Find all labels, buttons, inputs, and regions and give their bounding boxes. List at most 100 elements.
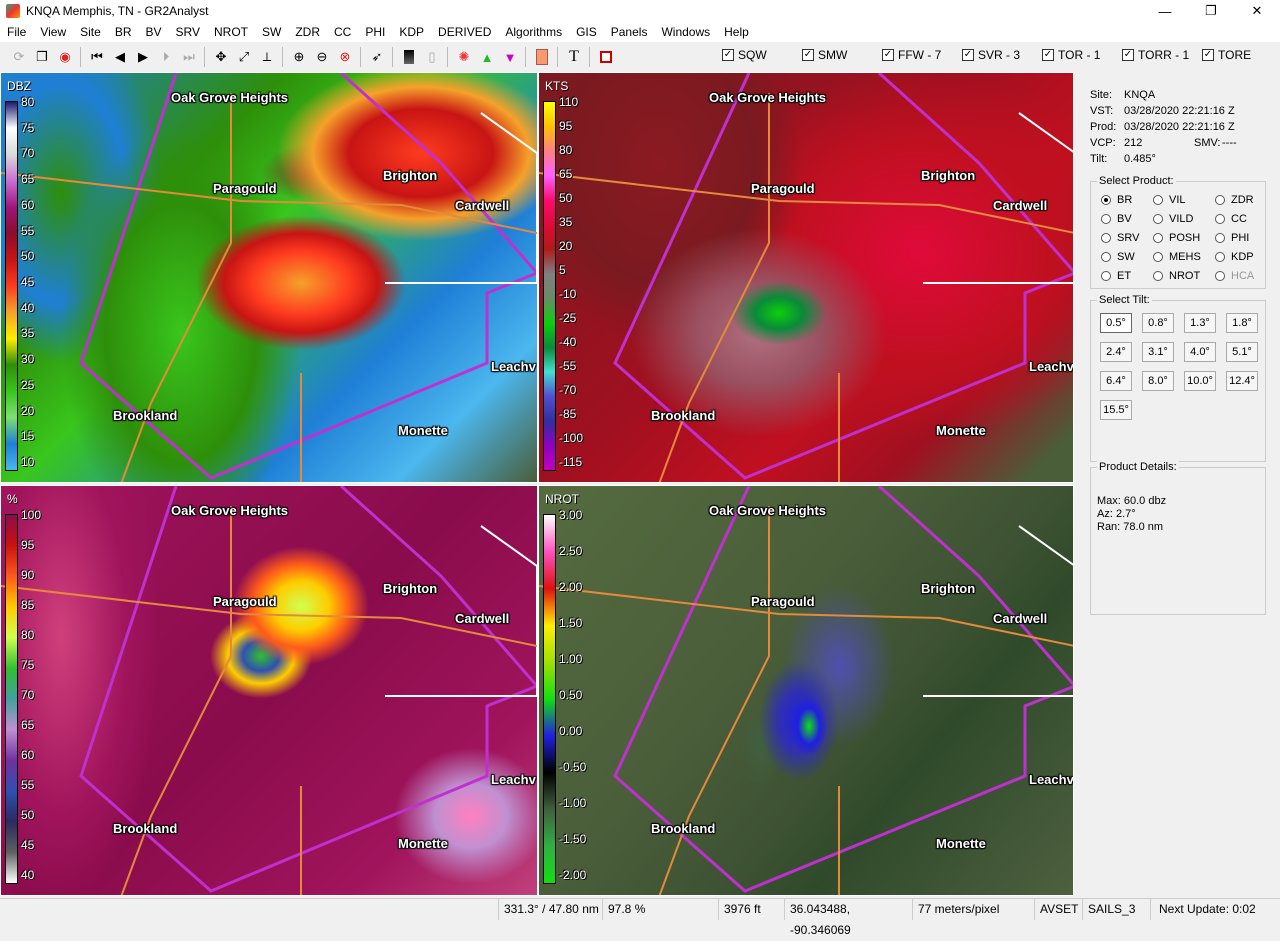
checkbox-icon[interactable]: ✓ <box>722 49 734 61</box>
close-button[interactable]: ✕ <box>1234 0 1280 22</box>
menu-phi[interactable]: PHI <box>358 22 392 42</box>
legend-tick-label: 35 <box>559 215 573 229</box>
last-frame-icon[interactable]: ⏭ <box>178 46 200 68</box>
product-cc[interactable]: CC <box>1215 213 1247 225</box>
checkbox-icon[interactable]: ✓ <box>1122 49 1134 61</box>
zoom-in-icon[interactable]: ⊕ <box>288 46 310 68</box>
menu-kdp[interactable]: KDP <box>392 22 431 42</box>
minimize-button[interactable]: — <box>1142 0 1188 22</box>
down-triangle-icon[interactable]: ▼ <box>499 46 521 68</box>
menu-sw[interactable]: SW <box>255 22 288 42</box>
first-frame-icon[interactable]: ⏮ <box>86 46 108 68</box>
menu-bv[interactable]: BV <box>139 22 169 42</box>
menu-help[interactable]: Help <box>717 22 756 42</box>
checkbox-icon[interactable]: ✓ <box>1042 49 1054 61</box>
menu-windows[interactable]: Windows <box>654 22 717 42</box>
copy-icon[interactable]: ❐ <box>31 46 53 68</box>
legend-tick-label: 50 <box>21 249 35 264</box>
warning-torr[interactable]: ✓ TORR - 1 <box>1122 48 1189 62</box>
product-hca[interactable]: HCA <box>1215 270 1254 282</box>
menu-gis[interactable]: GIS <box>569 22 604 42</box>
up-triangle-icon[interactable]: ▲ <box>476 46 498 68</box>
tilt-15-5[interactable]: 15.5° <box>1100 400 1132 420</box>
tilt-12-4[interactable]: 12.4° <box>1226 371 1258 391</box>
black-icon[interactable] <box>398 46 420 68</box>
tilt-1-8[interactable]: 1.8° <box>1226 313 1258 333</box>
checkbox-icon[interactable]: ✓ <box>802 49 814 61</box>
checkbox-icon[interactable]: ✓ <box>962 49 974 61</box>
play-icon[interactable]: ▶ <box>132 46 154 68</box>
product-kdp[interactable]: KDP <box>1215 251 1254 263</box>
tilt-5-1[interactable]: 5.1° <box>1226 342 1258 362</box>
product-et[interactable]: ET <box>1101 270 1131 282</box>
menu-site[interactable]: Site <box>73 22 108 42</box>
tilt-3-1[interactable]: 3.1° <box>1142 342 1174 362</box>
tilt-8-0[interactable]: 8.0° <box>1142 371 1174 391</box>
warning-smw[interactable]: ✓ SMW <box>802 48 847 62</box>
legend-tick-label: -1.00 <box>559 796 587 810</box>
product-sw[interactable]: SW <box>1101 251 1135 263</box>
white-icon[interactable]: ▯ <box>421 46 443 68</box>
measure-icon[interactable]: ⤢ <box>233 46 255 68</box>
prev-frame-icon[interactable]: ◀ <box>109 46 131 68</box>
menu-file[interactable]: File <box>0 22 33 42</box>
text-icon[interactable]: T <box>563 46 585 68</box>
warning-tor[interactable]: ✓ TOR - 1 <box>1042 48 1100 62</box>
product-bv[interactable]: BV <box>1101 213 1132 225</box>
zoom-out-icon[interactable]: ⊖ <box>311 46 333 68</box>
refresh-icon[interactable]: ⟳ <box>8 46 30 68</box>
product-br[interactable]: BR <box>1101 194 1132 206</box>
product-phi[interactable]: PHI <box>1215 232 1249 244</box>
tilt-2-4[interactable]: 2.4° <box>1100 342 1132 362</box>
tilt-10-0[interactable]: 10.0° <box>1184 371 1216 391</box>
product-mehs[interactable]: MEHS <box>1153 251 1201 263</box>
product-srv[interactable]: SRV <box>1101 232 1139 244</box>
tilt-4-0[interactable]: 4.0° <box>1184 342 1216 362</box>
cc-panel[interactable]: Oak Grove Heights Paragould Brighton Car… <box>0 485 538 896</box>
storm-icon[interactable]: ✺ <box>453 46 475 68</box>
menu-derived[interactable]: DERIVED <box>431 22 498 42</box>
checkbox-icon[interactable]: ✓ <box>1202 49 1214 61</box>
stop-icon[interactable] <box>595 46 617 68</box>
checkbox-icon[interactable]: ✓ <box>882 49 894 61</box>
menu-zdr[interactable]: ZDR <box>288 22 327 42</box>
legend-tick-label: -55 <box>559 359 577 373</box>
status-height: 3976 ft <box>718 899 784 920</box>
pan-icon[interactable]: ✥ <box>210 46 232 68</box>
cross-section-icon[interactable]: ⟂ <box>256 46 278 68</box>
menu-nrot[interactable]: NROT <box>207 22 255 42</box>
warning-tore[interactable]: ✓ TORE <box>1202 48 1251 62</box>
legend-tick-label: 80 <box>21 628 35 642</box>
nrot-panel[interactable]: Oak Grove Heights Paragould Brighton Car… <box>538 485 1074 896</box>
tilt-6-4[interactable]: 6.4° <box>1100 371 1132 391</box>
menu-br[interactable]: BR <box>108 22 139 42</box>
tilt-1-3[interactable]: 1.3° <box>1184 313 1216 333</box>
product-vild[interactable]: VILD <box>1153 213 1193 225</box>
product-zdr[interactable]: ZDR <box>1215 194 1254 206</box>
product-posh[interactable]: POSH <box>1153 232 1200 244</box>
reflectivity-panel[interactable]: Oak Grove Heights Paragould Brighton Car… <box>0 72 538 483</box>
next-frame-icon[interactable]: ⏵ <box>155 46 177 68</box>
warning-svr[interactable]: ✓ SVR - 3 <box>962 48 1020 62</box>
warning-sqw[interactable]: ✓ SQW <box>722 48 767 62</box>
product-nrot[interactable]: NROT <box>1153 270 1200 282</box>
tilt-0-8[interactable]: 0.8° <box>1142 313 1174 333</box>
color-icon[interactable] <box>531 46 553 68</box>
zoom-reset-icon[interactable]: ⊗ <box>334 46 356 68</box>
globe-icon[interactable]: ◉ <box>54 46 76 68</box>
menu-panels[interactable]: Panels <box>604 22 655 42</box>
warning-ffw[interactable]: ✓ FFW - 7 <box>882 48 941 62</box>
velocity-panel[interactable]: Oak Grove Heights Paragould Brighton Car… <box>538 72 1074 483</box>
prod-row: Prod: 03/28/2020 22:21:16 Z <box>1090 121 1235 133</box>
menu-view[interactable]: View <box>33 22 73 42</box>
tilt-0-5[interactable]: 0.5° <box>1100 313 1132 333</box>
restore-button[interactable]: ❐ <box>1188 0 1234 22</box>
menu-cc[interactable]: CC <box>327 22 358 42</box>
status-scale: 77 meters/pixel <box>912 899 1034 920</box>
product-vil[interactable]: VIL <box>1153 194 1186 206</box>
place-oak-grove-heights: Oak Grove Heights <box>709 90 827 105</box>
legend-tick-label: -10 <box>559 287 577 301</box>
menu-srv[interactable]: SRV <box>169 22 207 42</box>
cursor-icon[interactable]: ➶ <box>366 46 388 68</box>
menu-algorithms[interactable]: Algorithms <box>498 22 569 42</box>
